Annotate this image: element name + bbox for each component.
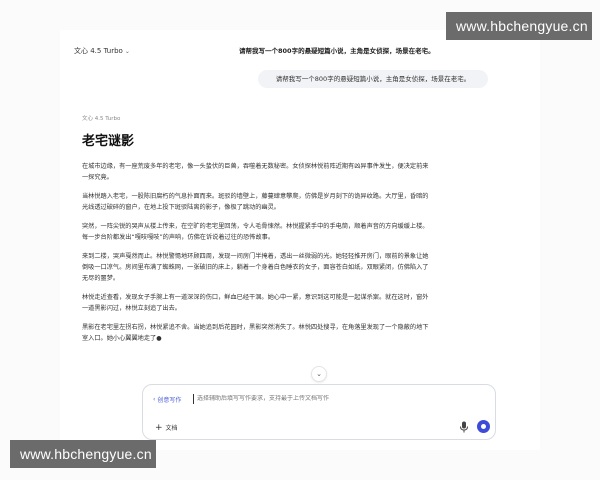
writing-mode-label: 创意写作 — [157, 397, 182, 404]
plus-icon: + — [155, 422, 163, 433]
attach-label: 文档 — [165, 425, 178, 432]
story-paragraph: 当林悦踏入老宅，一股陈旧腐朽的气息扑面而来。斑驳的墙壁上，藤蔓肆意攀爬，仿佛是岁… — [82, 193, 429, 211]
writing-mode-chip[interactable]: ‹ 创意写作 — [153, 395, 181, 404]
watermark-bottom: www.hbchengyue.cn — [10, 440, 156, 468]
model-selector[interactable]: 文心 4.5 Turbo ⌄ — [74, 46, 130, 56]
message-composer: ‹ 创意写作 + 文档 — [142, 384, 496, 440]
assistant-answer: 文心 4.5 Turbo 老宅谜影 在城市边缘，有一座荒废多年的老宅，像一头蛰伏… — [82, 114, 502, 352]
story-paragraph: 黑影在老宅里左拐右拐，林悦紧追不舍。当她追到后花园时，黑影突然消失了。林悦四处搜… — [82, 324, 429, 342]
send-icon — [481, 424, 486, 429]
story-paragraph: 突然，一阵尖锐的哭声从楼上传来，在空旷的老宅里回荡，令人毛骨悚然。林悦握紧手中的… — [82, 223, 429, 241]
model-name: 文心 4.5 Turbo — [74, 47, 123, 55]
attach-document-button[interactable]: + 文档 — [155, 423, 178, 432]
answer-model-label: 文心 4.5 Turbo — [82, 116, 121, 122]
chevron-left-icon: ‹ — [153, 396, 156, 403]
story-paragraph: 在城市边缘，有一座荒废多年的老宅，像一头蛰伏的巨兽，吞噬着无数秘密。女侦探林悦前… — [82, 163, 429, 181]
scroll-down-button[interactable]: ⌄ — [311, 366, 327, 382]
text-cursor — [193, 394, 194, 404]
top-bar: 文心 4.5 Turbo ⌄ 请帮我写一个800字的悬疑短篇小说，主角是女侦探，… — [74, 42, 530, 60]
chevron-down-icon: ⌄ — [316, 370, 322, 378]
page: 文心 4.5 Turbo ⌄ 请帮我写一个800字的悬疑短篇小说，主角是女侦探，… — [0, 0, 600, 480]
microphone-icon[interactable] — [459, 421, 469, 433]
user-message-bubble: 请帮我写一个800字的悬疑短篇小说，主角是女侦探，场景在老宅。 — [258, 70, 488, 88]
send-button[interactable] — [477, 420, 490, 433]
story-title: 老宅谜影 — [82, 134, 135, 149]
prompt-input[interactable] — [197, 395, 457, 402]
story-paragraph: 来到二楼，哭声戛然而止。林悦警惕地环顾四周，发现一间房门半掩着，透出一丝微弱的光… — [82, 253, 429, 282]
chevron-down-icon: ⌄ — [124, 47, 130, 55]
story-paragraph: 林悦走近查看，发现女子手腕上有一道深深的伤口，鲜血已经干涸。她心中一紧，意识到这… — [82, 294, 429, 312]
conversation-title: 请帮我写一个800字的悬疑短篇小说，主角是女侦探，场景在老宅。 — [239, 47, 435, 55]
watermark-top: www.hbchengyue.cn — [446, 12, 592, 40]
